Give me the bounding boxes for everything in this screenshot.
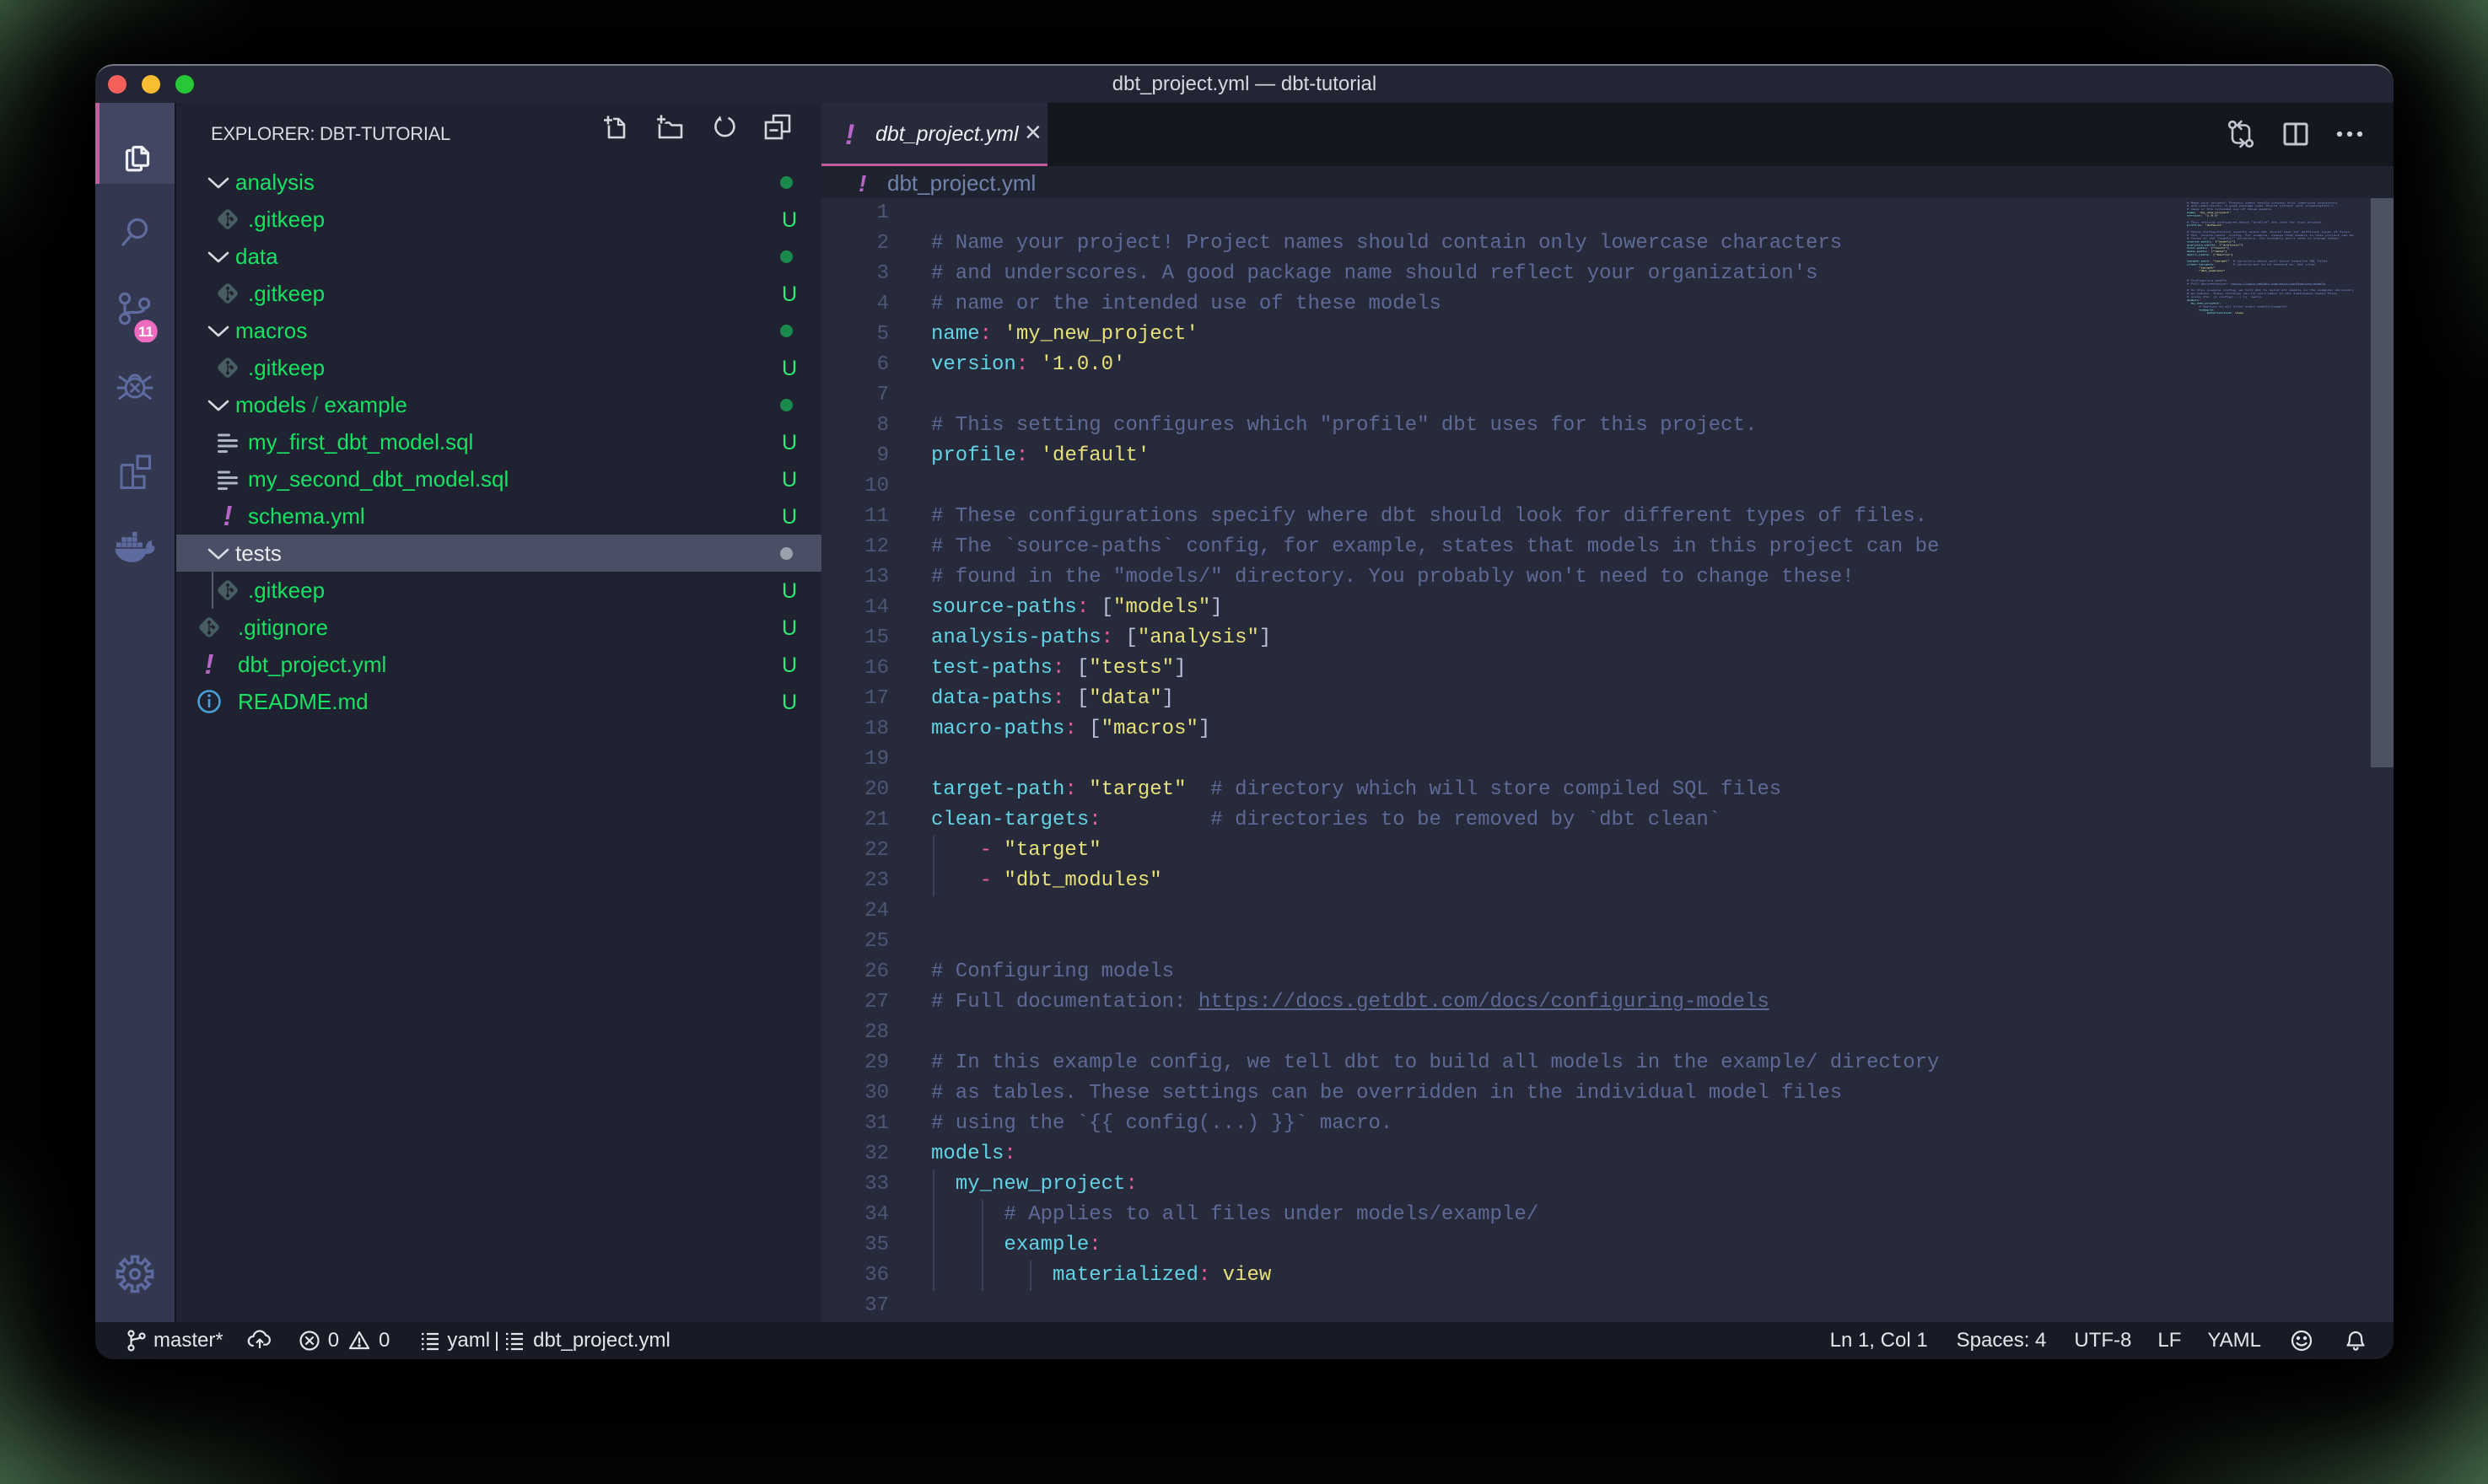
svg-text:11: 11 (138, 324, 153, 340)
